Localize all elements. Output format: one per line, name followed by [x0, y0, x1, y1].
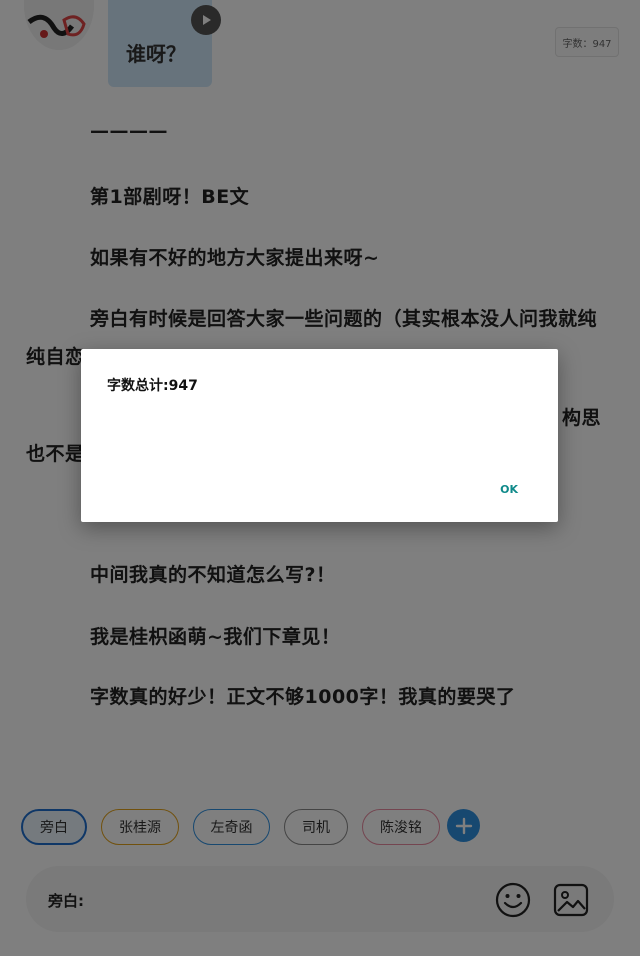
word-count-dialog: 字数总计:947 OK [81, 349, 558, 522]
dialog-message: 字数总计:947 [107, 378, 198, 394]
ok-button[interactable]: OK [500, 483, 518, 496]
editor-page: 谁呀？ 字数：947 ———— 第1部剧呀！BE文 如果有不好的地方大家提出来呀… [0, 0, 640, 956]
